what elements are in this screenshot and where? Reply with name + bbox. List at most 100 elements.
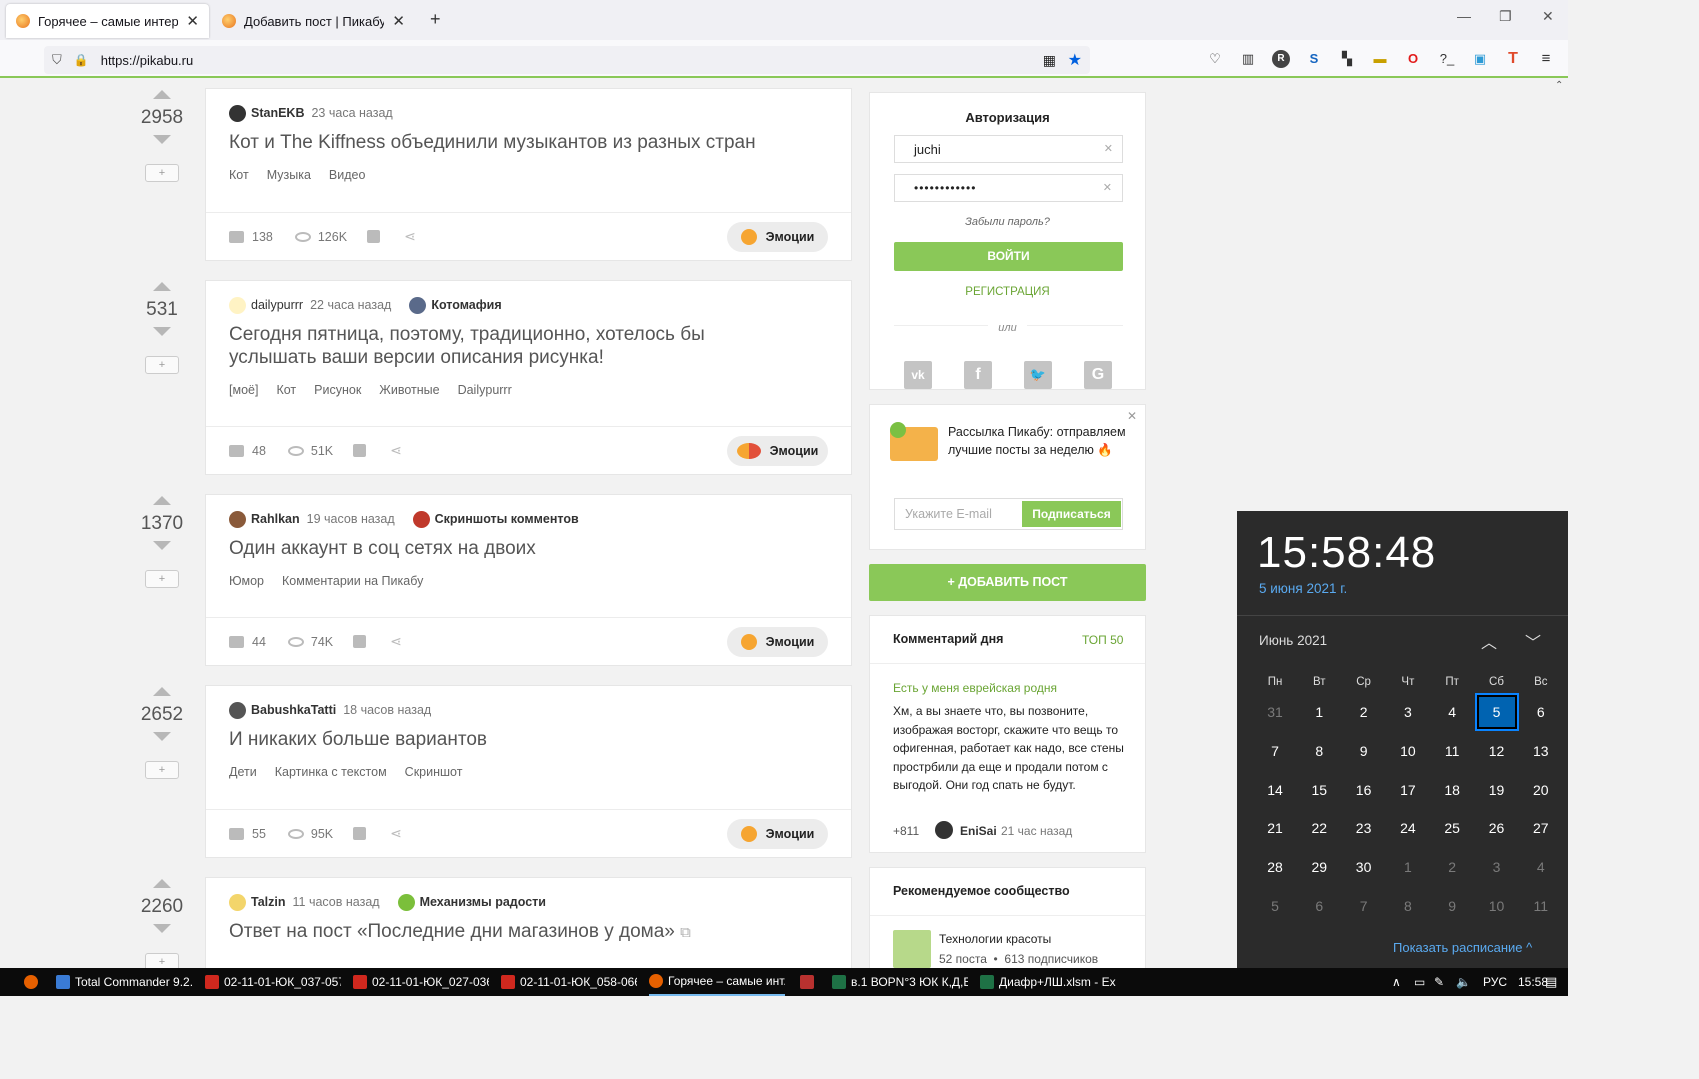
save-page-icon[interactable]: ▣ [1471, 50, 1489, 68]
story-tag[interactable]: Скриншот [405, 765, 463, 779]
address-bar[interactable]: ⛉ 🔒 https://pikabu.ru ▦ ★ [44, 46, 1090, 74]
save-icon[interactable] [353, 444, 367, 457]
author-avatar[interactable] [229, 510, 246, 528]
downvote-arrow-icon[interactable] [153, 135, 171, 144]
calendar-day[interactable]: 8 [1388, 889, 1428, 923]
author-avatar[interactable] [229, 104, 246, 122]
save-icon[interactable] [367, 230, 381, 243]
calendar-day[interactable]: 6 [1299, 889, 1339, 923]
comments-icon[interactable] [229, 444, 244, 457]
external-link-icon[interactable]: ⧉ [680, 924, 691, 941]
calendar-day[interactable]: 1 [1388, 850, 1428, 884]
calendar-day[interactable]: 21 [1255, 811, 1295, 845]
calendar-day[interactable]: 18 [1432, 773, 1472, 807]
email-field[interactable]: Укажите E-mail Подписаться [894, 498, 1123, 530]
calendar-day[interactable]: 7 [1255, 734, 1295, 768]
emotions-button[interactable]: Эмоции [727, 436, 828, 466]
calendar-day[interactable]: 7 [1344, 889, 1384, 923]
close-tab-icon[interactable]: ✕ [186, 12, 199, 30]
bookmark-star-icon[interactable]: ★ [1068, 50, 1082, 70]
calendar-day[interactable]: 8 [1299, 734, 1339, 768]
comments-icon[interactable] [229, 230, 244, 243]
calendar-day[interactable]: 24 [1388, 811, 1428, 845]
story-tag[interactable]: Комментарии на Пикабу [282, 574, 423, 588]
save-plus-button[interactable]: + [145, 953, 179, 968]
calendar-day[interactable]: 12 [1477, 734, 1517, 768]
show-schedule-link[interactable]: Показать расписание ^ [1393, 940, 1532, 955]
vk-icon[interactable]: vk [904, 361, 932, 389]
story-title[interactable]: Один аккаунт в соц сетях на двоих [206, 527, 851, 560]
restore-button[interactable]: ❐ [1499, 8, 1512, 25]
comment-author-avatar[interactable] [935, 821, 953, 839]
browser-tab[interactable]: Добавить пост | Пикабу ✕ [212, 4, 415, 38]
calendar-day[interactable]: 10 [1477, 889, 1517, 923]
calendar-day[interactable]: 28 [1255, 850, 1295, 884]
reader-sidebar-icon[interactable]: ▥ [1239, 50, 1257, 68]
clear-icon[interactable]: ✕ [1104, 142, 1113, 155]
save-plus-button[interactable]: + [145, 356, 179, 374]
taskbar-item[interactable]: в.1 ВОРN°3 ЮК К,Д,Б ... [832, 968, 968, 996]
downvote-arrow-icon[interactable] [153, 924, 171, 933]
downvote-arrow-icon[interactable] [153, 732, 171, 741]
facebook-icon[interactable]: f [964, 361, 992, 389]
extension-s-icon[interactable]: S [1305, 50, 1323, 68]
taskbar-item[interactable]: Диафр+ЛШ.xlsm - Ex... [980, 968, 1116, 996]
save-plus-button[interactable]: + [145, 761, 179, 779]
calendar-day[interactable]: 22 [1299, 811, 1339, 845]
comments-icon[interactable] [229, 635, 244, 648]
calendar-day[interactable]: 11 [1432, 734, 1472, 768]
taskbar-item-active[interactable]: Горячее – самые инт... [649, 968, 785, 996]
emotions-button[interactable]: Эмоции [727, 819, 828, 849]
taskbar-item[interactable]: 02-11-01-ЮК_058-066... [501, 968, 637, 996]
calendar-day[interactable]: 2 [1432, 850, 1472, 884]
downvote-arrow-icon[interactable] [153, 327, 171, 336]
calendar-day[interactable]: 14 [1255, 773, 1295, 807]
comments-icon[interactable] [229, 827, 244, 840]
story-community[interactable]: Механизмы радости [420, 895, 546, 909]
upvote-arrow-icon[interactable] [153, 496, 171, 505]
story-tag[interactable]: Dailypurrr [458, 383, 512, 397]
menu-hamburger-icon[interactable]: ≡ [1537, 50, 1555, 68]
taskbar-item[interactable]: Total Commander 9.2... [56, 968, 192, 996]
story-author[interactable]: BabushkaTatti [251, 703, 336, 717]
community-avatar[interactable] [412, 510, 430, 528]
story-tag[interactable]: [моё] [229, 383, 258, 397]
calendar-day[interactable]: 9 [1432, 889, 1472, 923]
scroll-up-arrow-icon[interactable]: ⌃ [1555, 80, 1563, 91]
save-icon[interactable] [353, 635, 367, 648]
story-tag[interactable]: Юмор [229, 574, 264, 588]
comments-count[interactable]: 55 [252, 827, 266, 841]
story-tag[interactable]: Животные [379, 383, 439, 397]
calendar-day[interactable]: 13 [1521, 734, 1561, 768]
comment-author[interactable]: EniSai [960, 824, 997, 838]
community-avatar[interactable] [409, 296, 427, 314]
emotions-button[interactable]: Эмоции [727, 627, 828, 657]
save-plus-button[interactable]: + [145, 164, 179, 182]
calendar-day[interactable]: 3 [1388, 695, 1428, 729]
taskbar-item[interactable]: 02-11-01-ЮК_027-036... [353, 968, 489, 996]
extension-card-icon[interactable]: ▬ [1371, 50, 1389, 68]
upvote-arrow-icon[interactable] [153, 90, 171, 99]
calendar-day[interactable]: 10 [1388, 734, 1428, 768]
lock-icon[interactable]: 🔒 [74, 53, 89, 67]
story-title[interactable]: И никаких больше вариантов [206, 718, 851, 751]
calendar-day[interactable]: 11 [1521, 889, 1561, 923]
calendar-day[interactable]: 29 [1299, 850, 1339, 884]
calendar-day[interactable]: 16 [1344, 773, 1384, 807]
downvote-arrow-icon[interactable] [153, 541, 171, 550]
next-month-chevron-down-icon[interactable]: ﹀ [1525, 629, 1541, 653]
story-author[interactable]: StanEKB [251, 106, 304, 120]
community-avatar[interactable] [893, 930, 931, 968]
extension-question-icon[interactable]: ?_ [1438, 50, 1456, 68]
story-author[interactable]: Talzin [251, 895, 286, 909]
calendar-day[interactable]: 27 [1521, 811, 1561, 845]
save-plus-button[interactable]: + [145, 570, 179, 588]
community-name[interactable]: Технологии красоты [939, 932, 1051, 946]
calendar-day[interactable]: 15 [1299, 773, 1339, 807]
close-newsletter-icon[interactable]: ✕ [1127, 409, 1137, 423]
clear-icon[interactable]: ✕ [1103, 181, 1113, 194]
shield-icon[interactable]: ⛉ [52, 52, 62, 68]
story-tag[interactable]: Рисунок [314, 383, 361, 397]
calendar-day[interactable]: 23 [1344, 811, 1384, 845]
top50-link[interactable]: ТОП 50 [1082, 633, 1123, 647]
